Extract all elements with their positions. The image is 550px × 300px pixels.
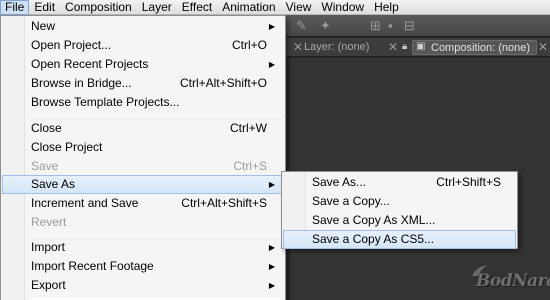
- menu-item-export[interactable]: Export ▶: [2, 276, 284, 295]
- menu-layer[interactable]: Layer: [137, 0, 177, 15]
- menu-animation[interactable]: Animation: [217, 0, 280, 15]
- axis-tool-icon[interactable]: ⊞: [370, 19, 381, 33]
- menu-item-label: Open Recent Projects: [31, 57, 149, 71]
- toggle-icon[interactable]: ⊟: [404, 19, 415, 33]
- submenu-arrow-icon: ▶: [268, 243, 275, 252]
- menu-item-open-recent-projects[interactable]: Open Recent Projects ▶: [2, 55, 284, 74]
- menu-item-shortcut: Ctrl+Shift+S: [436, 175, 501, 189]
- menu-item-label: Save a Copy...: [312, 194, 390, 208]
- menu-item-shortcut: Ctrl+Alt+Shift+S: [181, 196, 267, 210]
- wing-icon: [472, 265, 488, 276]
- menu-item-close[interactable]: Close Ctrl+W: [2, 119, 284, 138]
- menu-item-label: Close: [31, 121, 62, 135]
- menu-item-close-project[interactable]: Close Project: [2, 138, 284, 157]
- submenu-item-save-as[interactable]: Save As... Ctrl+Shift+S: [283, 173, 516, 192]
- menu-item-label: Save: [31, 159, 59, 173]
- menu-item-shortcut: Ctrl+S: [233, 159, 267, 173]
- menu-item-label: Browse Template Projects...: [31, 95, 180, 109]
- menu-item-shortcut: Ctrl+W: [230, 121, 267, 135]
- menu-item-browse-in-bridge[interactable]: Browse in Bridge... Ctrl+Alt+Shift+O: [2, 74, 284, 93]
- menu-item-shortcut: Ctrl+O: [231, 38, 267, 52]
- menu-help[interactable]: Help: [369, 0, 404, 15]
- menu-item-label: Save a Copy As XML...: [312, 213, 436, 227]
- submenu-item-save-a-copy[interactable]: Save a Copy...: [283, 192, 516, 211]
- submenu-arrow-icon: ▶: [268, 262, 275, 271]
- submenu-arrow-icon: ▶: [268, 281, 275, 290]
- menu-item-browse-template-projects[interactable]: Browse Template Projects...: [2, 93, 284, 112]
- menu-item-new[interactable]: New ▶: [2, 17, 284, 36]
- submenu-item-save-a-copy-as-cs5[interactable]: Save a Copy As CS5...: [283, 230, 516, 249]
- menu-item-label: Save As...: [312, 175, 367, 189]
- menu-item-save[interactable]: Save Ctrl+S: [2, 157, 284, 176]
- menu-item-label: Open Project...: [31, 38, 112, 52]
- options-icon[interactable]: ▪: [388, 19, 393, 33]
- menu-item-label: Increment and Save: [31, 196, 139, 210]
- tab-composition[interactable]: Composition: (none): [412, 40, 538, 55]
- tab-layer[interactable]: Layer: (none): [304, 40, 369, 55]
- menu-item-label: Import: [31, 240, 66, 254]
- menu-item-save-as[interactable]: Save As ▶: [2, 175, 284, 194]
- menu-item-label: New: [31, 19, 56, 33]
- submenu-item-save-a-copy-as-xml[interactable]: Save a Copy As XML...: [283, 211, 516, 230]
- menu-file[interactable]: File: [0, 0, 30, 15]
- menu-bar: File Edit Composition Layer Effect Anima…: [0, 0, 550, 15]
- pen-tool-icon[interactable]: ✎: [296, 19, 307, 33]
- menu-item-shortcut: Ctrl+Alt+Shift+O: [179, 76, 267, 90]
- file-menu: New ▶ Open Project... Ctrl+O Open Recent…: [0, 15, 286, 300]
- save-as-submenu: Save As... Ctrl+Shift+S Save a Copy... S…: [281, 171, 518, 249]
- menu-item-label: Revert: [31, 215, 67, 229]
- menu-item-label: Export: [31, 278, 66, 292]
- close-icon[interactable]: ✕: [388, 40, 398, 54]
- menu-item-label: Save a Copy As CS5...: [312, 232, 435, 246]
- menu-item-open-project[interactable]: Open Project... Ctrl+O: [2, 36, 284, 55]
- close-icon[interactable]: ✕: [293, 40, 303, 54]
- close-icon[interactable]: ✕: [538, 40, 548, 54]
- submenu-arrow-icon: ▶: [268, 22, 275, 31]
- lock-icon[interactable]: 🔒︎: [402, 41, 407, 52]
- menu-item-revert[interactable]: Revert: [2, 213, 284, 232]
- menu-composition[interactable]: Composition: [60, 0, 137, 15]
- panel-menu-icon[interactable]: ▣: [416, 41, 425, 52]
- menu-item-label: Browse in Bridge...: [31, 76, 132, 90]
- menu-item-import-recent-footage[interactable]: Import Recent Footage ▶: [2, 257, 284, 276]
- menu-item-import[interactable]: Import ▶: [2, 238, 284, 257]
- menu-separator: [29, 115, 282, 116]
- submenu-arrow-icon: ▶: [268, 180, 275, 189]
- menu-separator: [29, 235, 282, 236]
- menu-item-label: Import Recent Footage: [31, 259, 154, 273]
- menu-item-label: Save As: [31, 177, 76, 191]
- submenu-arrow-icon: ▶: [268, 60, 275, 69]
- menu-view[interactable]: View: [281, 0, 317, 15]
- menu-window[interactable]: Window: [316, 0, 369, 15]
- menu-item-increment-and-save[interactable]: Increment and Save Ctrl+Alt+Shift+S: [2, 194, 284, 213]
- menu-item-label: Close Project: [31, 140, 103, 154]
- menu-effect[interactable]: Effect: [177, 0, 217, 15]
- tab-composition-label: Composition: (none): [431, 42, 531, 54]
- menu-edit[interactable]: Edit: [29, 0, 60, 15]
- menu-separator: [29, 298, 282, 299]
- watermark-logo: BodNara: [472, 265, 550, 297]
- pin-tool-icon[interactable]: ✦: [320, 19, 331, 33]
